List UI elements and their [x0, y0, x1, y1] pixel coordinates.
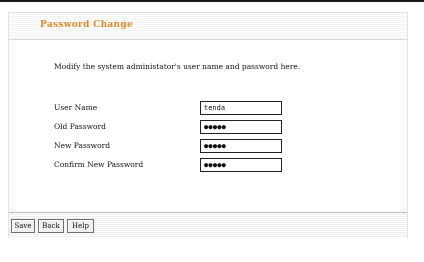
user-name-input[interactable]: tenda [200, 101, 282, 115]
confirm-password-label: Confirm New Password [54, 160, 144, 169]
old-password-label: Old Password [54, 122, 106, 131]
user-name-label: User Name [54, 103, 98, 112]
title-bar: Password Change [9, 13, 407, 40]
old-password-row: Old Password ●●●●● [54, 120, 294, 134]
password-change-panel: Password Change Modify the system admini… [8, 12, 408, 238]
confirm-password-input[interactable]: ●●●●● [200, 158, 282, 172]
user-name-row: User Name tenda [54, 101, 294, 115]
page-title: Password Change [40, 20, 134, 30]
button-bar: Save Back Help [9, 212, 407, 238]
help-button[interactable]: Help [67, 219, 94, 233]
confirm-password-row: Confirm New Password ●●●●● [54, 158, 294, 172]
form-area: Modify the system administator's user na… [14, 40, 402, 212]
top-rule [0, 0, 424, 2]
back-button[interactable]: Back [38, 219, 64, 233]
old-password-input[interactable]: ●●●●● [200, 120, 282, 134]
description-text: Modify the system administator's user na… [54, 62, 301, 71]
new-password-label: New Password [54, 141, 111, 150]
save-button[interactable]: Save [11, 219, 35, 233]
new-password-row: New Password ●●●●● [54, 139, 294, 153]
new-password-input[interactable]: ●●●●● [200, 139, 282, 153]
